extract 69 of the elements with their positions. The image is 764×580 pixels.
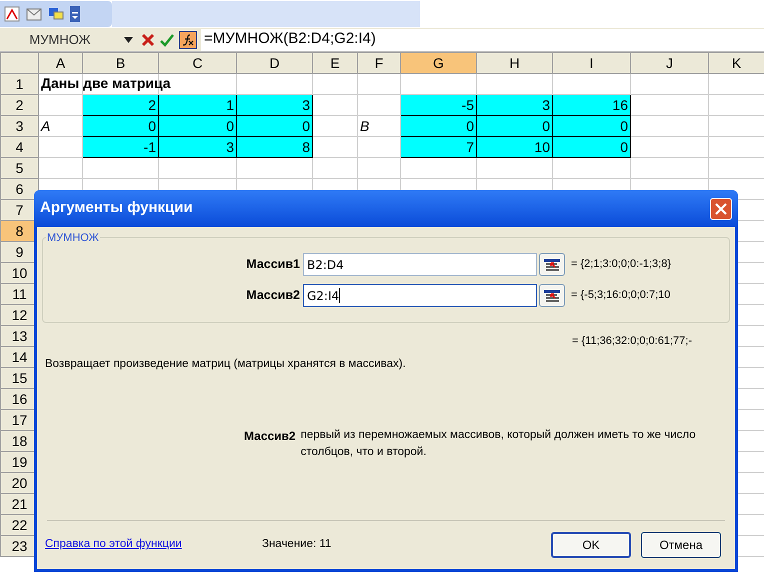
envelope-icon[interactable]: [26, 6, 42, 22]
table-cell: 7: [466, 138, 474, 154]
cancel-button[interactable]: Отмена: [641, 532, 721, 558]
close-button[interactable]: [710, 198, 732, 220]
description-text: Возвращает произведение матриц (матрицы хранятся в массивах).: [45, 356, 407, 372]
chart-icon[interactable]: [4, 6, 20, 22]
row-header[interactable]: 6: [0, 178, 38, 200]
table-cell: -1: [144, 138, 156, 154]
table-cell: 3: [226, 138, 234, 154]
column-header[interactable]: B: [82, 52, 158, 74]
cancel-icon[interactable]: [141, 32, 155, 46]
column-header[interactable]: F: [358, 52, 400, 74]
table-cell: 0: [466, 118, 474, 134]
table-cell: 3: [302, 96, 310, 112]
help-link[interactable]: Справка по этой функции: [45, 536, 262, 554]
table-cell: 0: [226, 118, 234, 134]
table-cell: 0: [148, 118, 156, 134]
close-icon: [715, 202, 727, 214]
table-cell: 10: [534, 138, 550, 154]
table-cell: 0: [542, 118, 550, 134]
column-header[interactable]: J: [630, 52, 708, 74]
toolbar-options-icon[interactable]: [70, 6, 80, 22]
row-header[interactable]: 1: [0, 74, 38, 94]
matrix-label: B: [360, 118, 370, 134]
table-cell: 3: [542, 96, 550, 112]
argument-label: Массив2: [245, 287, 301, 304]
argument-result: = {-5;3;16:0;0;0:7;10: [571, 288, 670, 304]
column-header[interactable]: G: [400, 52, 476, 74]
formula-field[interactable]: =МУМНОЖ(B2:D4;G2:I4): [201, 28, 764, 50]
function-icon: [182, 34, 194, 46]
help-argument-label: Массив2: [244, 428, 296, 445]
table-cell: 1: [226, 96, 234, 112]
matrix-label: A: [41, 118, 50, 134]
table-cell: 8: [302, 138, 310, 154]
table-cell: -5: [462, 96, 474, 112]
input-field[interactable]: B2:D4: [303, 253, 537, 276]
column-header[interactable]: H: [476, 52, 552, 74]
sheet-title: Даны две матрица: [41, 75, 171, 92]
ok-button[interactable]: OK: [551, 532, 631, 558]
row-header[interactable]: 4: [0, 136, 38, 158]
check-icon[interactable]: [160, 32, 174, 46]
column-header[interactable]: A: [38, 52, 82, 74]
insert-function-button[interactable]: [179, 30, 197, 48]
result-text: = {11;36;32:0;0;0:61;77;-: [572, 334, 693, 349]
comment-icon[interactable]: [48, 6, 64, 22]
range-select-icon: [543, 288, 561, 302]
input-field[interactable]: G2:I4: [303, 284, 537, 307]
collapse-dialog-button[interactable]: [539, 284, 565, 307]
dialog-title: Аргументы функции: [40, 198, 193, 218]
column-header[interactable]: K: [708, 52, 764, 74]
row-header[interactable]: 3: [0, 116, 38, 136]
argument-result: = {2;1;3:0;0;0:-1;3;8}: [571, 257, 671, 272]
dropdown-arrow-icon[interactable]: [124, 36, 133, 42]
column-header[interactable]: C: [158, 52, 236, 74]
argument-label: Массив1: [245, 256, 301, 274]
row-header[interactable]: 2: [0, 94, 38, 116]
value-text: Значение: 11: [262, 537, 332, 552]
help-text: первый из перемножаемых массивов, который должен иметь то же число столбцов, что и второй.: [300, 428, 697, 460]
collapse-dialog-button[interactable]: [539, 253, 565, 276]
table-cell: 2: [148, 96, 156, 112]
range-select-icon: [543, 258, 561, 272]
column-header[interactable]: E: [312, 52, 358, 74]
table-cell: 16: [612, 96, 628, 112]
row-header[interactable]: 5: [0, 158, 38, 178]
column-header[interactable]: I: [552, 52, 630, 74]
column-header[interactable]: D: [236, 52, 312, 74]
table-cell: 0: [302, 118, 310, 134]
table-cell: 0: [620, 138, 628, 154]
table-cell: 0: [620, 118, 628, 134]
